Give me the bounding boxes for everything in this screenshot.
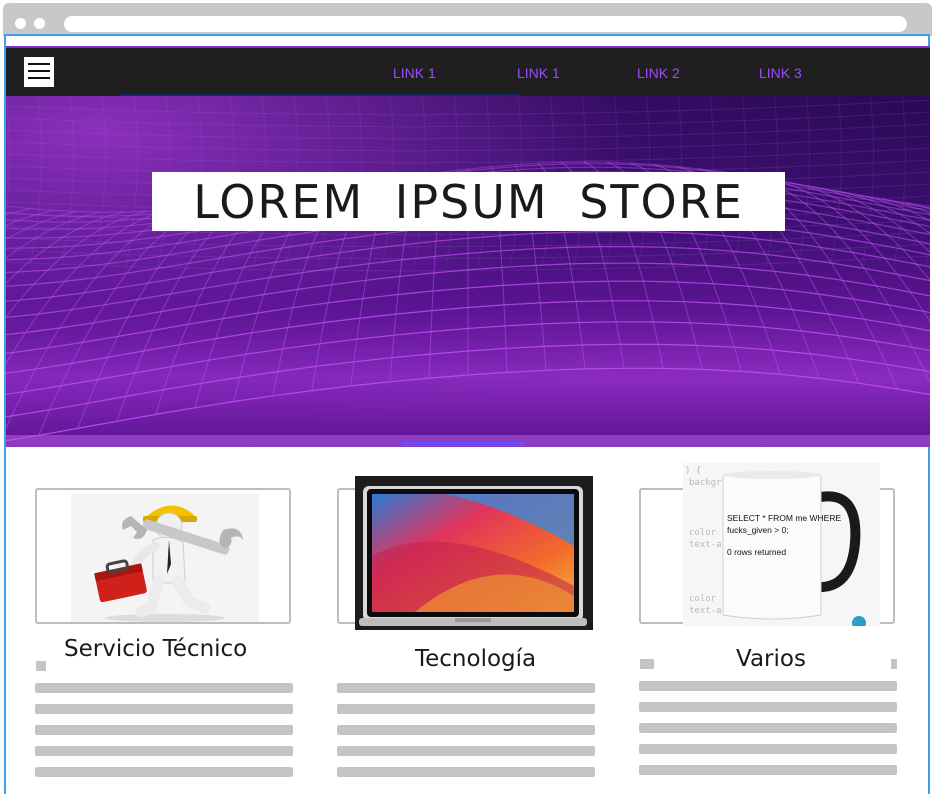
placeholder-line	[35, 683, 293, 693]
browser-chrome	[3, 3, 932, 36]
sky-grid-line	[829, 96, 843, 267]
placeholder-square	[36, 661, 46, 671]
placeholder-line	[337, 767, 595, 777]
svg-text:) {: ) {	[685, 466, 701, 476]
terrain-grid-line	[6, 205, 8, 208]
sky-grid-line	[861, 96, 875, 267]
placeholder-line	[337, 704, 595, 714]
placeholder-line	[639, 765, 897, 775]
hero-title-box: LOREM IPSUM STORE	[152, 172, 785, 231]
placeholder-line	[639, 744, 897, 754]
terrain-grid-line	[6, 211, 123, 284]
hero-banner: LOREM IPSUM STORE	[6, 96, 930, 447]
nav-link-3[interactable]: LINK 3	[759, 65, 802, 81]
window-dot-icon	[15, 18, 26, 29]
wireframe-terrain-image	[6, 96, 930, 447]
placeholder-square	[891, 659, 897, 669]
terrain-grid-line	[6, 208, 31, 216]
sky-grid-line	[797, 96, 811, 267]
card-title-tecnologia: Tecnología	[415, 646, 537, 672]
svg-text:text-a: text-a	[689, 540, 722, 550]
nav-link-2[interactable]: LINK 2	[637, 65, 680, 81]
svg-text:text-a: text-a	[689, 606, 722, 616]
address-bar[interactable]	[64, 16, 907, 32]
card-title-varios: Varios	[736, 646, 806, 672]
window-dot-icon	[34, 18, 45, 29]
placeholder-line	[337, 725, 595, 735]
sky-grid-line	[893, 96, 907, 267]
svg-text:color: color	[689, 594, 717, 604]
placeholder-line	[337, 683, 595, 693]
sky-grid-line	[925, 240, 930, 267]
card-title-servicio: Servicio Técnico	[64, 636, 248, 662]
placeholder-line	[35, 767, 293, 777]
placeholder-square	[640, 659, 654, 669]
svg-text:color: color	[689, 528, 717, 538]
hero-title: LOREM IPSUM STORE	[193, 174, 744, 229]
terrain-grid-line	[6, 209, 169, 365]
placeholder-line	[639, 723, 897, 733]
hero-bottom-strip	[402, 442, 524, 446]
mug-image: ) { backgr color text-a color text-a SEL…	[683, 463, 880, 626]
technician-image	[71, 494, 259, 622]
placeholder-line	[35, 746, 293, 756]
nav-link-1b[interactable]: LINK 1	[517, 65, 560, 81]
mug-code-line-3: 0 rows returned	[727, 547, 786, 557]
placeholder-line	[639, 702, 897, 712]
laptop-image	[355, 476, 593, 630]
mug-code-line-2: fucks_given > 0;	[727, 525, 789, 535]
hamburger-menu-icon[interactable]	[24, 57, 54, 87]
placeholder-line	[337, 746, 595, 756]
svg-text:backgr: backgr	[689, 478, 722, 488]
mug-code-line-1: SELECT * FROM me WHERE	[727, 513, 841, 523]
navbar: LINK 1 LINK 1 LINK 2 LINK 3	[6, 46, 930, 96]
terrain-grid-line	[6, 209, 54, 226]
placeholder-line	[639, 681, 897, 691]
sky-grid-line	[6, 99, 930, 116]
terrain-grid-line	[790, 182, 930, 281]
placeholder-line	[35, 725, 293, 735]
sky-grid-line	[6, 96, 11, 220]
terrain-grid-line	[928, 205, 930, 207]
nav-link-1[interactable]: LINK 1	[393, 65, 436, 81]
placeholder-line	[35, 704, 293, 714]
